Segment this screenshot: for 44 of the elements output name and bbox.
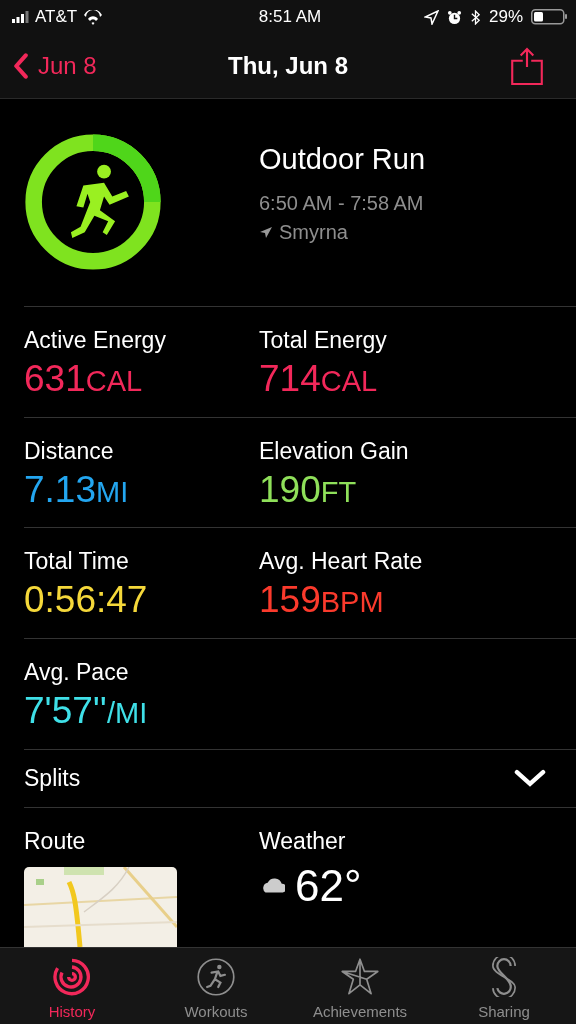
share-icon[interactable] [510,47,544,85]
metric-label: Distance [24,437,115,465]
location-icon [423,9,439,25]
alarm-icon [446,9,462,25]
metric-value: 0:56:47 [24,579,148,622]
navigation-title: Thu, Jun 8 [227,52,349,80]
carrier-name: AT&T [35,7,78,27]
tab-item[interactable]: Workouts [144,948,288,1024]
metric-label: Elevation Gain [259,437,410,465]
metric-value: 714CAL [259,357,378,400]
metric-label: Avg. Heart Rate [259,548,424,576]
metric-value: 7'57''/MI [24,690,148,732]
weather-label: Weather [259,828,347,855]
signal-icon [12,11,29,23]
metric-value: 7.13MI [24,468,129,511]
metric-label: Avg. Pace [24,659,130,686]
metric-label: Total Energy [259,326,388,354]
workout-location: Smyrna [279,221,348,244]
bluetooth-icon [469,9,481,25]
location-arrow-icon [259,226,273,239]
concentric-rings-icon [52,957,92,997]
workout-title: Outdoor Run [259,143,426,176]
workout-time-range: 6:50 AM - 7:58 AM [259,192,425,215]
running-figure-ring-icon [24,133,162,271]
star-icon [340,957,380,997]
back-button[interactable]: Jun 8 [12,52,97,80]
battery-percent: 29% [488,7,523,27]
temperature: 62° [295,861,362,911]
metric-value: 190FT [259,468,357,511]
back-chevron-icon [12,53,30,79]
tab-item[interactable]: Achievements [288,948,432,1024]
battery-icon [531,9,568,25]
metric-label: Total Time [24,548,130,576]
running-figure-icon [196,957,236,997]
tab-item[interactable]: History [0,948,144,1024]
wifi-icon [83,9,104,25]
clock-time: 8:51 AM [258,7,322,27]
route-label: Route [24,828,87,855]
metric-value: 631CAL [24,357,143,400]
metric-value: 159BPM [259,579,384,622]
tab-item[interactable]: Sharing [432,948,576,1024]
expand-chevron-icon [514,769,546,788]
splits-row[interactable]: Splits [24,749,576,808]
metric-label: Active Energy [24,326,167,354]
